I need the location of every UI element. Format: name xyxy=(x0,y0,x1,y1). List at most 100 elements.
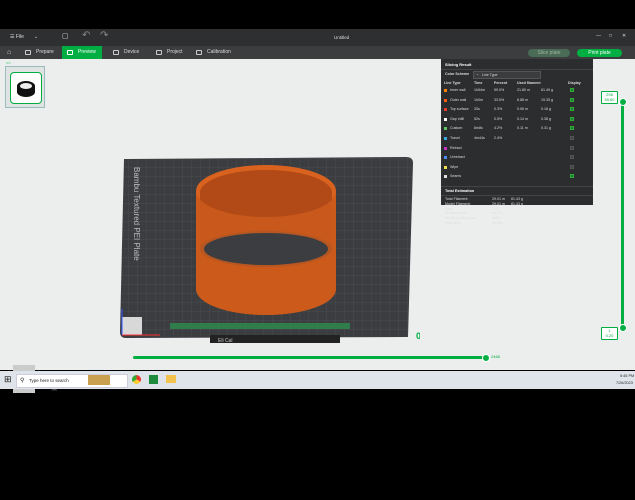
menu-dropdown-icon[interactable]: ⌄ xyxy=(34,34,38,40)
line-type-name: Seams xyxy=(450,174,462,179)
top-layer-label: 296 59.60 xyxy=(601,91,618,104)
slicing-result-panel: Slicing Result Color Scheme ⌄ Line Type … xyxy=(441,59,593,225)
display-checkbox[interactable] xyxy=(570,174,574,179)
display-checkbox[interactable] xyxy=(570,97,574,102)
file-explorer-icon[interactable] xyxy=(166,375,176,383)
search-placeholder: Type here to search xyxy=(29,378,69,383)
divider xyxy=(441,69,593,70)
estimation-value: 29.01 m xyxy=(492,201,505,206)
header-used-filament: Used filament xyxy=(517,81,541,85)
tab-preview[interactable]: Preview xyxy=(62,46,102,59)
3d-viewport[interactable]: <> Bambu Textured PEI Plate 0 Eli Cal Sl… xyxy=(0,59,635,393)
bambu-studio-taskbar-icon[interactable] xyxy=(149,375,158,384)
file-menu-label: File xyxy=(15,34,24,40)
color-swatch xyxy=(444,89,447,92)
display-checkbox[interactable] xyxy=(570,116,574,121)
line-type-name: Gap infill xyxy=(450,116,464,121)
display-checkbox[interactable] xyxy=(570,88,574,92)
divider xyxy=(441,186,593,187)
close-button[interactable]: ✕ xyxy=(622,33,626,39)
line-type-time: 33s xyxy=(474,107,480,112)
display-checkbox[interactable] xyxy=(570,155,574,160)
windows-start-icon[interactable]: ⊞ xyxy=(4,374,12,385)
preview-icon xyxy=(67,50,73,55)
display-checkbox[interactable] xyxy=(570,145,574,150)
estimation-title: Total Estimation xyxy=(445,189,475,193)
line-type-row: Inner wall 1h54m 59.0% 21.80 m 61.49 g xyxy=(444,88,590,94)
chevron-down-icon: ⌄ xyxy=(476,72,480,76)
estimation-label: Cost: xyxy=(445,206,454,211)
panel-title: Slicing Result xyxy=(445,62,472,67)
redo-icon[interactable]: ↷ xyxy=(100,30,108,41)
line-type-time: 52s xyxy=(474,116,480,121)
line-type-name: Retract xyxy=(450,145,462,150)
tab-prepare[interactable]: Prepare xyxy=(20,46,60,59)
tiger-image-icon xyxy=(88,375,110,385)
slice-plate-button[interactable]: Slice plate xyxy=(528,49,570,57)
tab-calibration-label: Calibration xyxy=(207,49,231,55)
table-header: Line Type Time Percent Used filament Dis… xyxy=(444,81,590,87)
line-type-name: Unretract xyxy=(450,155,465,160)
estimation-weight: 81.43 g xyxy=(511,197,523,201)
line-type-percent: 33.5% xyxy=(494,97,505,102)
header-line-type: Line Type xyxy=(444,81,461,85)
tab-project-label: Project xyxy=(167,49,183,55)
plate-thumbnail[interactable] xyxy=(5,66,45,108)
maximize-button[interactable]: □ xyxy=(609,33,612,39)
display-checkbox[interactable] xyxy=(570,164,574,169)
display-checkbox[interactable] xyxy=(570,126,574,131)
line-type-percent: 4.2% xyxy=(494,126,503,131)
print-plate-button[interactable]: Print plate xyxy=(577,49,622,57)
layer-slider-top-handle[interactable] xyxy=(619,98,627,106)
line-type-row: Outer wall 1h0m 33.5% 6.88 m 19.35 g xyxy=(444,97,590,104)
device-icon xyxy=(113,50,119,55)
chrome-icon[interactable] xyxy=(132,375,141,384)
move-slider[interactable] xyxy=(133,356,487,359)
save-icon[interactable]: ▢ xyxy=(62,32,69,40)
move-slider-handle[interactable] xyxy=(482,354,490,362)
clock-date: 7/26/2023 xyxy=(616,381,633,385)
taskbar-search[interactable]: ⚲ Type here to search xyxy=(16,374,128,388)
line-type-time: 8m8s xyxy=(474,126,483,131)
move-slider-value: 2468 xyxy=(491,354,500,359)
estimation-label: Total time: xyxy=(445,221,462,225)
home-icon[interactable]: ⌂ xyxy=(7,49,11,56)
tab-project[interactable]: Project xyxy=(151,46,189,59)
line-type-name: Outer wall xyxy=(450,97,467,102)
tab-calibration[interactable]: Calibration xyxy=(191,46,237,59)
line-type-row: Wipe xyxy=(444,164,590,171)
tab-device[interactable]: Device xyxy=(108,46,145,59)
collapse-icon[interactable]: <> xyxy=(6,60,11,65)
plate-label: Eli Cal xyxy=(218,338,232,344)
color-scheme-label: Color Scheme xyxy=(445,72,470,76)
estimation-label: Total Filament: xyxy=(445,197,469,201)
color-swatch xyxy=(444,98,447,102)
tab-prepare-label: Prepare xyxy=(36,49,54,55)
line-type-row: Travel 4m44s 2.4% xyxy=(444,136,590,142)
color-scheme-select[interactable]: ⌄ Line Type xyxy=(473,71,541,79)
color-swatch xyxy=(444,127,447,131)
layer-slider[interactable] xyxy=(621,100,624,328)
estimation-value: 3h14m xyxy=(492,221,503,225)
line-type-name: Travel xyxy=(450,136,460,140)
tab-device-label: Device xyxy=(124,49,140,55)
header-percent: Percent xyxy=(494,81,508,85)
layer-slider-bottom-handle[interactable] xyxy=(619,324,627,332)
file-menu[interactable]: ☰ File xyxy=(10,34,24,40)
purge-line xyxy=(170,323,350,329)
line-type-time: 4m44s xyxy=(474,136,485,140)
line-type-row: Gap infill 52s 0.5% 0.14 m 0.38 g xyxy=(444,116,590,123)
color-swatch xyxy=(444,108,447,112)
undo-icon[interactable]: ↶ xyxy=(82,30,90,41)
line-type-length: 21.80 m xyxy=(517,88,530,92)
display-checkbox[interactable] xyxy=(570,107,574,112)
title-bar: ☰ File ⌄ ▢ ↶ ↷ Untitled — □ ✕ xyxy=(0,29,635,46)
line-type-percent: 59.0% xyxy=(494,88,505,92)
windows-taskbar: ⊞ ⚲ Type here to search 5:45 PM 7/26/202… xyxy=(0,371,635,389)
minimize-button[interactable]: — xyxy=(596,33,601,39)
top-layer-height: 59.60 xyxy=(604,97,615,102)
display-checkbox[interactable] xyxy=(570,136,574,140)
estimation-value: 29.01 m xyxy=(492,197,505,201)
color-scheme-value: Line Type xyxy=(482,73,498,77)
prepare-icon xyxy=(25,50,31,55)
